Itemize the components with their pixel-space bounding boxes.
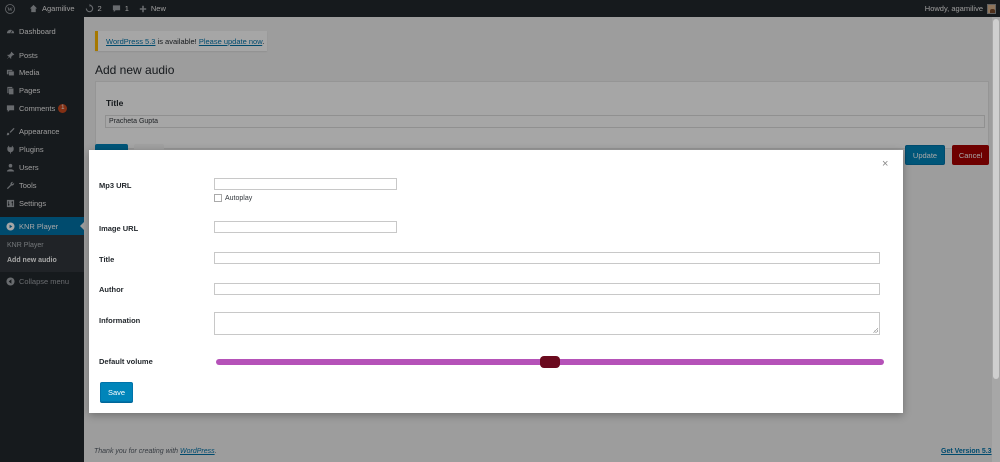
image-url-input[interactable] <box>214 221 397 233</box>
mp3-url-input[interactable] <box>214 178 397 190</box>
autoplay-row: Autoplay <box>214 194 252 202</box>
scrollbar-thumb[interactable] <box>993 19 999 379</box>
add-audio-modal: × Mp3 URL Autoplay Image URL Title Autho… <box>89 150 903 413</box>
image-url-label: Image URL <box>99 224 139 233</box>
autoplay-checkbox[interactable] <box>214 194 222 202</box>
default-volume-label: Default volume <box>99 357 153 366</box>
title-field[interactable] <box>214 252 880 264</box>
information-textarea[interactable] <box>214 312 880 335</box>
author-field[interactable] <box>214 283 880 295</box>
volume-slider-handle[interactable] <box>540 356 560 368</box>
autoplay-label: Autoplay <box>225 194 253 202</box>
page-scrollbar[interactable] <box>992 17 1000 462</box>
mp3-url-label: Mp3 URL <box>99 181 132 190</box>
save-button[interactable]: Save <box>100 382 133 402</box>
title-label: Title <box>99 255 115 264</box>
information-label: Information <box>99 316 141 325</box>
close-icon[interactable]: × <box>882 158 888 170</box>
author-label: Author <box>99 285 124 294</box>
